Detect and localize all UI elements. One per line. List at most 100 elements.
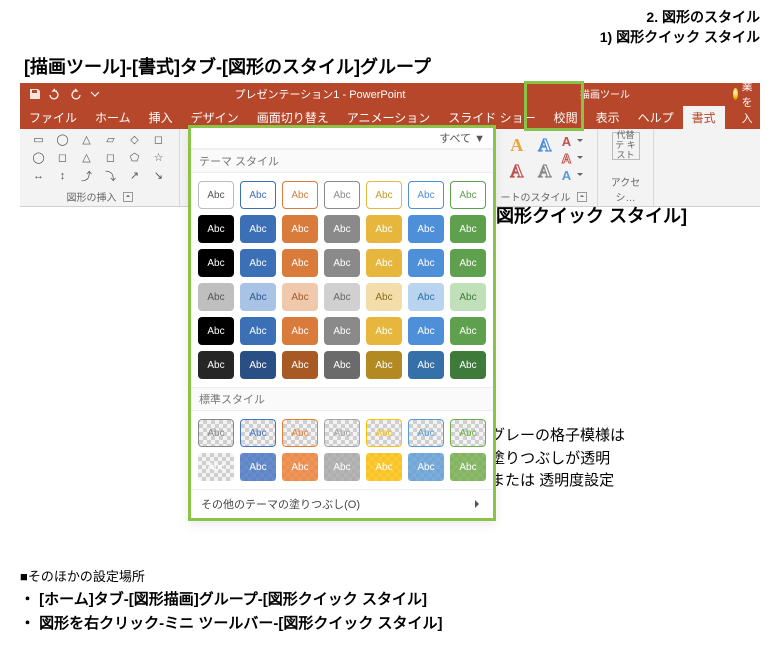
- wordart-style-outline-blue-icon[interactable]: A: [532, 132, 558, 158]
- shape-glyph-icon[interactable]: △: [77, 150, 97, 165]
- style-swatch[interactable]: Abc: [408, 419, 444, 447]
- shape-glyph-icon[interactable]: ◯: [29, 150, 49, 165]
- style-swatch[interactable]: Abc: [408, 317, 444, 345]
- shape-glyph-icon[interactable]: ◇: [125, 132, 145, 147]
- style-swatch[interactable]: Abc: [450, 453, 486, 481]
- shape-glyph-icon[interactable]: ⤵: [101, 168, 121, 183]
- tab-校閲[interactable]: 校閲: [545, 106, 587, 129]
- style-swatch[interactable]: Abc: [366, 215, 402, 243]
- style-swatch[interactable]: Abc: [282, 181, 318, 209]
- style-swatch[interactable]: Abc: [324, 215, 360, 243]
- style-swatch[interactable]: Abc: [366, 351, 402, 379]
- style-swatch[interactable]: Abc: [240, 181, 276, 209]
- alt-text-button[interactable]: 代替テ キスト: [612, 132, 640, 160]
- text-fill-button[interactable]: A: [562, 134, 583, 149]
- tab-書式[interactable]: 書式: [683, 106, 725, 129]
- style-swatch[interactable]: Abc: [198, 351, 234, 379]
- tab-ファイル[interactable]: ファイル: [20, 106, 86, 129]
- shape-glyph-icon[interactable]: ↔: [29, 168, 49, 183]
- style-swatch[interactable]: Abc: [282, 419, 318, 447]
- style-swatch[interactable]: Abc: [366, 249, 402, 277]
- save-icon[interactable]: [28, 87, 42, 101]
- shape-glyph-icon[interactable]: ⬠: [125, 150, 145, 165]
- qat-more-icon[interactable]: [88, 87, 102, 101]
- style-swatch[interactable]: Abc: [408, 351, 444, 379]
- tab-挿入[interactable]: 挿入: [140, 106, 182, 129]
- style-swatch[interactable]: Abc: [282, 215, 318, 243]
- style-swatch[interactable]: Abc: [282, 453, 318, 481]
- style-swatch[interactable]: Abc: [408, 181, 444, 209]
- style-swatch[interactable]: Abc: [408, 283, 444, 311]
- style-swatch[interactable]: Abc: [324, 317, 360, 345]
- wordart-style-outline-gray-icon[interactable]: A: [532, 158, 558, 184]
- style-swatch[interactable]: Abc: [240, 215, 276, 243]
- style-swatch[interactable]: Abc: [282, 317, 318, 345]
- style-swatch[interactable]: Abc: [450, 351, 486, 379]
- shape-glyph-icon[interactable]: ⤴: [77, 168, 97, 183]
- style-swatch[interactable]: Abc: [198, 283, 234, 311]
- style-swatch[interactable]: Abc: [324, 181, 360, 209]
- style-swatch[interactable]: Abc: [240, 283, 276, 311]
- style-swatch[interactable]: Abc: [450, 317, 486, 345]
- style-swatch[interactable]: Abc: [198, 249, 234, 277]
- undo-icon[interactable]: [48, 87, 62, 101]
- style-swatch[interactable]: Abc: [240, 351, 276, 379]
- style-swatch[interactable]: Abc: [408, 453, 444, 481]
- style-swatch[interactable]: Abc: [240, 453, 276, 481]
- shape-glyph-icon[interactable]: ▭: [29, 132, 49, 147]
- tab-表示[interactable]: 表示: [587, 106, 629, 129]
- redo-icon[interactable]: [68, 87, 82, 101]
- style-swatch[interactable]: Abc: [408, 249, 444, 277]
- style-swatch[interactable]: Abc: [450, 419, 486, 447]
- style-swatch[interactable]: Abc: [324, 283, 360, 311]
- style-swatch[interactable]: Abc: [240, 317, 276, 345]
- style-swatch[interactable]: Abc: [324, 453, 360, 481]
- style-swatch[interactable]: Abc: [450, 215, 486, 243]
- style-swatch[interactable]: Abc: [366, 419, 402, 447]
- style-swatch[interactable]: Abc: [282, 283, 318, 311]
- shape-glyph-icon[interactable]: ☆: [149, 150, 169, 165]
- shape-glyph-icon[interactable]: ◻: [101, 150, 121, 165]
- shape-glyph-icon[interactable]: ↕: [53, 168, 73, 183]
- style-swatch[interactable]: Abc: [366, 453, 402, 481]
- text-effects-button[interactable]: A: [562, 168, 583, 183]
- dialog-launcher-icon[interactable]: [123, 192, 133, 202]
- shape-glyph-icon[interactable]: ↘: [149, 168, 169, 183]
- style-swatch[interactable]: Abc: [408, 215, 444, 243]
- style-swatch[interactable]: Abc: [450, 181, 486, 209]
- style-swatch[interactable]: Abc: [198, 453, 234, 481]
- style-swatch[interactable]: Abc: [450, 283, 486, 311]
- style-swatch[interactable]: Abc: [366, 181, 402, 209]
- style-swatch[interactable]: Abc: [366, 317, 402, 345]
- style-swatch[interactable]: Abc: [240, 419, 276, 447]
- style-swatch[interactable]: Abc: [324, 351, 360, 379]
- gallery-more-fills[interactable]: その他のテーマの塗りつぶし(O): [201, 496, 360, 512]
- shapes-palette[interactable]: ▭ ◯ △ ▱ ◇ ◻ ◯ ◻ △ ◻ ⬠ ☆ ↔ ↕ ⤴ ⤵ ↗ ↘: [29, 132, 171, 185]
- gallery-filter-all[interactable]: すべて ▼: [439, 130, 485, 146]
- shape-glyph-icon[interactable]: △: [77, 132, 97, 147]
- style-swatch[interactable]: Abc: [282, 249, 318, 277]
- style-swatch[interactable]: Abc: [198, 181, 234, 209]
- style-swatch[interactable]: Abc: [450, 249, 486, 277]
- shape-glyph-icon[interactable]: ◻: [53, 150, 73, 165]
- style-swatch[interactable]: Abc: [198, 317, 234, 345]
- style-swatch[interactable]: Abc: [324, 419, 360, 447]
- style-swatch[interactable]: Abc: [366, 283, 402, 311]
- tab-ホーム[interactable]: ホーム: [86, 106, 140, 129]
- dialog-launcher-icon[interactable]: [577, 192, 587, 202]
- shape-glyph-icon[interactable]: ↗: [125, 168, 145, 183]
- shape-glyph-icon[interactable]: ▱: [101, 132, 121, 147]
- tab-ヘルプ[interactable]: ヘルプ: [629, 106, 683, 129]
- style-swatch[interactable]: Abc: [324, 249, 360, 277]
- text-outline-button[interactable]: A: [562, 151, 583, 166]
- style-swatch[interactable]: Abc: [240, 249, 276, 277]
- shape-glyph-icon[interactable]: ◻: [149, 132, 169, 147]
- style-swatch[interactable]: Abc: [282, 351, 318, 379]
- style-swatch[interactable]: Abc: [198, 419, 234, 447]
- other-location-item: [ホーム]タブ-[図形描画]グループ-[図形クイック スタイル]: [20, 588, 760, 612]
- shape-glyph-icon[interactable]: ◯: [53, 132, 73, 147]
- wordart-style-fill-icon[interactable]: A: [504, 132, 530, 158]
- style-swatch[interactable]: Abc: [198, 215, 234, 243]
- wordart-style-outline-red-icon[interactable]: A: [504, 158, 530, 184]
- tell-me-search[interactable]: 作業を入: [725, 59, 768, 129]
